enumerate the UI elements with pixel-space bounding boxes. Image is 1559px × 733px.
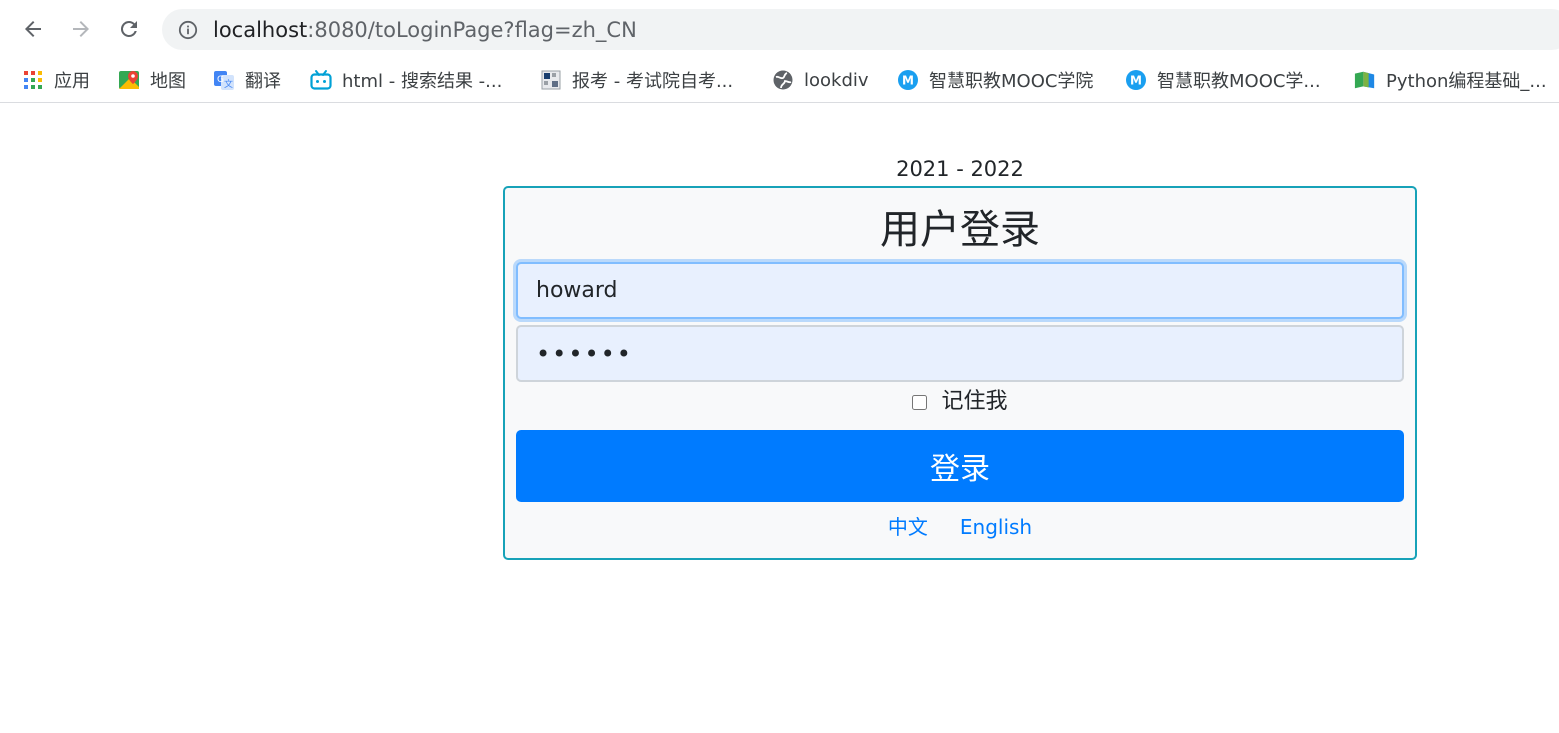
forward-arrow-icon xyxy=(73,21,89,37)
reload-button[interactable] xyxy=(114,14,144,44)
username-field[interactable] xyxy=(516,262,1404,319)
browser-toolbar: localhost:8080/toLoginPage?flag=zh_CN xyxy=(0,0,1559,58)
info-icon[interactable] xyxy=(178,20,198,40)
bookmark-label: html - 搜索结果 -... xyxy=(342,71,503,92)
remember-me-row: 记住我 xyxy=(505,387,1415,417)
lang-chinese-link[interactable]: 中文 xyxy=(888,512,928,542)
bookmark-label: 应用 xyxy=(54,71,90,92)
bilibili-icon xyxy=(310,69,332,91)
login-title: 用户登录 xyxy=(880,207,1040,253)
bookmark-translate[interactable]: G 文 翻译 xyxy=(213,64,281,96)
bookmark-label: 翻译 xyxy=(245,71,281,92)
bookmark-maps[interactable]: 地图 xyxy=(118,64,186,96)
bookmarks-bar: 应用 地图 G 文 翻译 html - 搜索结果 -... 报考 - 考试院自考… xyxy=(0,58,1559,103)
apps-grid-icon xyxy=(22,69,44,91)
forward-button[interactable] xyxy=(66,14,96,44)
bookmark-label: Python编程基础_... xyxy=(1386,71,1547,92)
bookmark-mooc-1[interactable]: M 智慧职教MOOC学院 xyxy=(897,64,1093,96)
bookmark-label: 智慧职教MOOC学院 xyxy=(929,71,1094,92)
url-text[interactable]: localhost:8080/toLoginPage?flag=zh_CN xyxy=(213,17,637,43)
login-button[interactable]: 登录 xyxy=(516,430,1404,502)
svg-text:文: 文 xyxy=(224,78,233,90)
bookmark-label: 报考 - 考试院自考... xyxy=(572,71,734,92)
svg-text:M: M xyxy=(1130,74,1142,88)
bookmark-python[interactable]: Python编程基础_... xyxy=(1354,64,1547,96)
bookmark-apps[interactable]: 应用 xyxy=(22,64,90,96)
bookmark-lookdiv[interactable]: lookdiv xyxy=(772,64,869,96)
address-bar[interactable]: localhost:8080/toLoginPage?flag=zh_CN xyxy=(162,9,1559,50)
mooc-icon: M xyxy=(1125,69,1147,91)
mooc-icon: M xyxy=(897,69,919,91)
maps-icon xyxy=(118,69,140,91)
password-field[interactable] xyxy=(516,325,1404,382)
bookmark-label: 地图 xyxy=(150,71,186,92)
bookmark-label: 智慧职教MOOC学... xyxy=(1157,71,1321,92)
url-path: :8080/toLoginPage?flag=zh_CN xyxy=(307,18,637,42)
page-icon xyxy=(540,69,562,91)
back-arrow-icon xyxy=(25,21,41,37)
globe-icon xyxy=(772,69,794,91)
bookmark-html-search[interactable]: html - 搜索结果 -... xyxy=(310,64,502,96)
remember-me-label[interactable]: 记住我 xyxy=(941,387,1007,417)
url-host: localhost xyxy=(213,18,308,42)
language-switcher: 中文 English xyxy=(505,512,1415,542)
reload-icon xyxy=(120,20,137,37)
login-card: 用户登录 记住我 登录 中文 English xyxy=(503,186,1417,560)
bookmark-mooc-2[interactable]: M 智慧职教MOOC学... xyxy=(1125,64,1321,96)
year-range: 2021 - 2022 xyxy=(896,157,1024,181)
bookmark-label: lookdiv xyxy=(804,69,869,91)
remember-me-checkbox[interactable] xyxy=(912,394,928,410)
back-button[interactable] xyxy=(18,14,48,44)
lang-english-link[interactable]: English xyxy=(960,512,1032,542)
svg-text:G: G xyxy=(217,75,224,85)
book-icon xyxy=(1354,69,1376,91)
svg-text:M: M xyxy=(902,74,914,88)
translate-icon: G 文 xyxy=(213,69,235,91)
bookmark-exam[interactable]: 报考 - 考试院自考... xyxy=(540,64,733,96)
